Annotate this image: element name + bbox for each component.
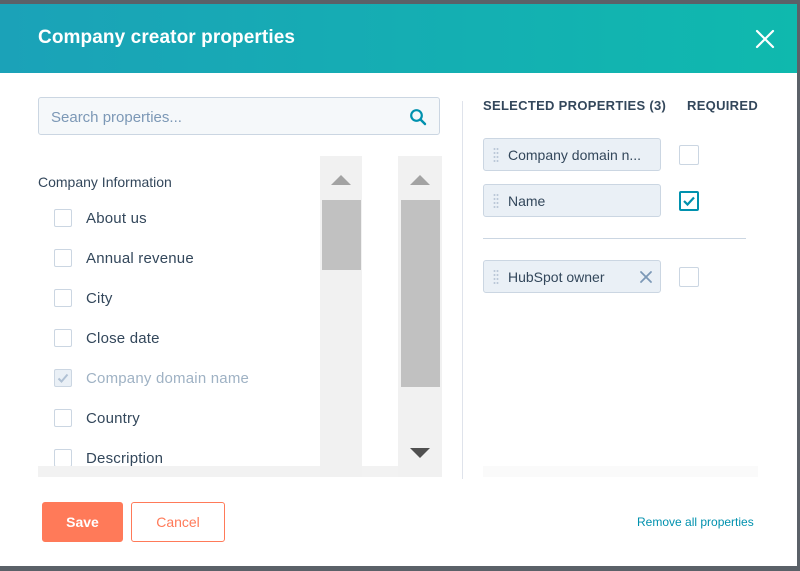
checkbox[interactable] [54,249,72,267]
property-item-country[interactable]: Country [54,406,140,430]
required-checkbox-checked[interactable] [679,191,699,211]
search-box [38,97,440,136]
scrollbar-thumb[interactable] [322,200,361,270]
dialog-title: Company creator properties [38,27,296,48]
selected-item-company-domain-name[interactable]: Company domain n... [483,138,661,171]
search-input[interactable] [49,98,403,136]
remove-icon[interactable] [639,270,653,284]
selected-item-label: Name [508,193,546,209]
cancel-button[interactable]: Cancel [131,502,225,542]
property-item-company-domain-name: Company domain name [54,366,249,390]
selected-item-label: HubSpot owner [508,269,605,285]
close-icon[interactable] [752,26,778,52]
property-label: Description [86,449,164,467]
selected-item-name[interactable]: Name [483,184,661,217]
property-item-annual-revenue[interactable]: Annual revenue [54,246,194,270]
drag-handle-icon[interactable] [493,269,499,285]
property-label: About us [86,209,147,227]
inner-scrollbar[interactable] [320,156,362,477]
property-item-about-us[interactable]: About us [54,206,147,230]
dialog-header: Company creator properties [0,4,797,73]
checkbox[interactable] [54,409,72,427]
scroll-down-arrow-icon[interactable] [410,448,430,458]
checkbox[interactable] [54,329,72,347]
checkbox-checked-disabled [54,369,72,387]
property-label: Company domain name [86,369,250,387]
property-label: City [86,289,113,307]
selected-bottom-edge [483,466,758,477]
scrollbar-thumb[interactable] [401,200,440,387]
required-header: REQUIRED [687,98,759,113]
save-button[interactable]: Save [42,502,123,542]
scroll-up-arrow-icon[interactable] [410,175,430,185]
property-item-city[interactable]: City [54,286,113,310]
scroll-up-arrow-icon[interactable] [331,175,351,185]
required-checkbox[interactable] [679,267,699,287]
selected-item-label: Company domain n... [508,147,642,163]
drag-handle-icon[interactable] [493,147,499,163]
checkbox[interactable] [54,289,72,307]
list-bottom-edge [38,466,442,477]
section-divider [483,238,746,239]
search-icon[interactable] [409,108,427,126]
remove-all-properties-link[interactable]: Remove all properties [637,515,754,529]
group-header: Company Information [38,174,172,190]
outer-scrollbar[interactable] [398,156,442,477]
selected-properties-header: SELECTED PROPERTIES (3) [483,98,667,113]
property-label: Country [86,409,140,427]
property-label: Annual revenue [86,249,194,267]
selected-item-hubspot-owner[interactable]: HubSpot owner [483,260,661,293]
checkbox[interactable] [54,209,72,227]
checkbox[interactable] [54,449,72,467]
property-list: Company Information About us Annual reve… [38,156,320,477]
property-label: Close date [86,329,160,347]
property-item-close-date[interactable]: Close date [54,326,160,350]
checkmark-icon [683,196,695,207]
required-checkbox[interactable] [679,145,699,165]
drag-handle-icon[interactable] [493,193,499,209]
column-divider [462,101,463,479]
company-creator-properties-dialog: Company creator properties Company Infor… [0,4,797,566]
